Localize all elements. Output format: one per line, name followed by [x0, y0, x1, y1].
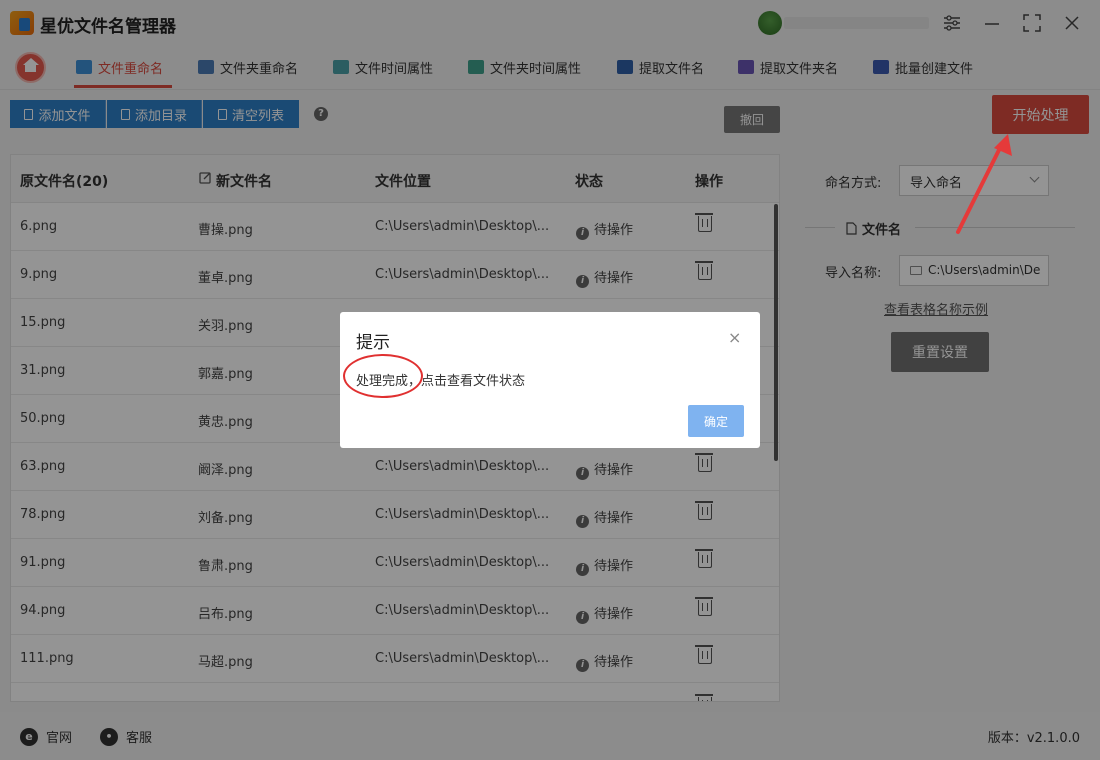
dialog-title: 提示: [356, 333, 390, 353]
dialog-close-icon[interactable]: ×: [728, 328, 741, 347]
dialog-ok-button[interactable]: 确定: [688, 405, 744, 437]
annotation-arrow-icon: [956, 134, 1012, 234]
annotation-circle: [343, 354, 423, 398]
